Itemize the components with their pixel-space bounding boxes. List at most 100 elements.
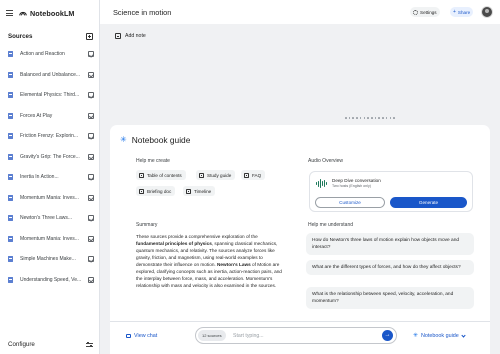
chip-label: FAQ xyxy=(252,172,262,178)
generate-button[interactable]: Generate xyxy=(390,197,467,208)
source-item[interactable]: Understanding Speed, Ve... xyxy=(0,270,100,291)
document-icon xyxy=(8,276,13,283)
source-item[interactable]: Inertia In Action... xyxy=(0,167,100,188)
source-checkbox[interactable] xyxy=(88,71,94,78)
source-label: Elemental Physics: Third... xyxy=(20,92,80,99)
source-checkbox[interactable] xyxy=(88,256,94,263)
source-checkbox[interactable] xyxy=(88,215,94,222)
drag-handle[interactable] xyxy=(345,117,395,121)
source-checkbox[interactable] xyxy=(88,51,94,58)
document-icon xyxy=(8,215,13,222)
send-icon[interactable]: → xyxy=(382,330,393,341)
source-checkbox[interactable] xyxy=(88,133,94,140)
summary-highlight: Newton's Laws xyxy=(217,262,251,267)
source-label: Balanced and Unbalance... xyxy=(20,71,81,78)
source-label: Inertia In Action... xyxy=(20,174,59,181)
source-checkbox[interactable] xyxy=(88,153,94,160)
source-item[interactable]: Action and Reaction xyxy=(0,44,100,65)
configure-row[interactable]: Configure xyxy=(8,341,93,348)
source-item[interactable]: Forces At Play xyxy=(0,106,100,127)
source-item[interactable]: Gravity's Grip: The Force... xyxy=(0,147,100,168)
source-checkbox[interactable] xyxy=(88,194,94,201)
avatar[interactable] xyxy=(481,6,493,18)
source-item[interactable]: Simple Machines Make... xyxy=(0,249,100,270)
chip-label: Study guide xyxy=(207,172,232,178)
configure-label: Configure xyxy=(8,341,35,348)
audio-title: Deep Dive conversation xyxy=(332,178,381,183)
briefing-doc-button[interactable]: Briefing doc xyxy=(136,186,176,196)
document-icon xyxy=(8,256,13,263)
source-label: Momentum Mania: Inves... xyxy=(20,235,79,242)
source-item[interactable]: Friction Frenzy: Explorin... xyxy=(0,126,100,147)
source-checkbox[interactable] xyxy=(88,235,94,242)
gear-icon xyxy=(413,9,418,15)
source-label: Simple Machines Make... xyxy=(20,256,76,263)
sources-title: Sources xyxy=(8,33,33,40)
help-understand-label: Help me understand xyxy=(308,222,354,228)
document-icon xyxy=(244,172,249,178)
document-icon xyxy=(8,112,13,119)
source-label: Forces At Play xyxy=(20,112,53,119)
chat-placeholder: Start typing... xyxy=(233,333,264,339)
suggested-question[interactable]: How do Newton's three laws of motion exp… xyxy=(306,233,474,255)
source-checkbox[interactable] xyxy=(88,174,94,181)
chat-bar: View chat 12 sources Start typing... → ✳… xyxy=(110,321,490,354)
source-checkbox[interactable] xyxy=(88,112,94,119)
notebook-title[interactable]: Science in motion xyxy=(113,8,171,17)
sidebar: NotebookLM Sources Action and Reaction B… xyxy=(0,0,100,354)
table-of-contents-button[interactable]: Table of contents xyxy=(136,170,186,180)
document-icon xyxy=(199,172,204,178)
chat-input[interactable]: 12 sources Start typing... → xyxy=(195,327,397,344)
suggested-question[interactable]: What is the relationship between speed, … xyxy=(306,287,474,309)
settings-button[interactable]: Settings xyxy=(410,7,440,17)
chat-icon xyxy=(126,334,131,338)
source-item[interactable]: Momentum Mania: Inves... xyxy=(0,188,100,209)
menu-icon[interactable] xyxy=(6,10,13,16)
source-item[interactable]: Elemental Physics: Third... xyxy=(0,85,100,106)
view-chat-button[interactable]: View chat xyxy=(126,333,157,339)
source-label: Gravity's Grip: The Force... xyxy=(20,153,80,160)
sparkle-icon: ✳ xyxy=(120,135,127,144)
source-item[interactable]: Momentum Mania: Inves... xyxy=(0,229,100,250)
add-note-button[interactable]: Add note xyxy=(115,33,146,39)
document-icon xyxy=(8,92,13,99)
share-label: Share xyxy=(457,9,471,15)
share-button[interactable]: + Share xyxy=(450,7,474,17)
notebook-guide-toggle[interactable]: ✳ Notebook guide xyxy=(413,332,466,339)
notebook-guide-panel: ✳ Notebook guide Help me create Table of… xyxy=(110,125,490,344)
source-list: Action and Reaction Balanced and Unbalan… xyxy=(0,44,100,290)
suggested-question[interactable]: What are the different types of forces, … xyxy=(306,260,474,275)
notes-area: Add note ✳ Notebook guide Help me create… xyxy=(100,24,500,354)
source-item[interactable]: Balanced and Unbalance... xyxy=(0,65,100,86)
source-label: Friction Frenzy: Explorin... xyxy=(20,133,79,140)
app-header: NotebookLM xyxy=(6,6,75,20)
add-source-icon[interactable] xyxy=(86,33,93,40)
faq-button[interactable]: FAQ xyxy=(241,170,266,180)
source-label: Understanding Speed, Ve... xyxy=(20,276,82,283)
study-guide-button[interactable]: Study guide xyxy=(196,170,236,180)
customize-button[interactable]: Customize xyxy=(315,197,385,208)
document-icon xyxy=(186,188,191,194)
document-icon xyxy=(8,194,13,201)
document-icon xyxy=(8,235,13,242)
source-label: Momentum Mania: Inves... xyxy=(20,194,79,201)
sources-header: Sources xyxy=(8,33,93,40)
source-item[interactable]: Newton's Three Laws... xyxy=(0,208,100,229)
notebook-guide-label: Notebook guide xyxy=(421,333,459,339)
document-icon xyxy=(8,153,13,160)
source-count-badge[interactable]: 12 sources xyxy=(198,330,226,341)
audio-subtitle: Two hosts (English only) xyxy=(332,184,371,188)
document-icon xyxy=(8,174,13,181)
summary-text: These sources provide a comprehensive ex… xyxy=(136,233,286,289)
chip-label: Briefing doc xyxy=(147,188,172,194)
sliders-icon[interactable] xyxy=(86,341,93,348)
document-icon xyxy=(139,188,144,194)
audio-overview-card: Deep Dive conversation Two hosts (Englis… xyxy=(309,171,473,212)
timeline-button[interactable]: Timeline xyxy=(183,186,216,196)
source-checkbox[interactable] xyxy=(88,276,94,283)
sparkle-icon: ✳ xyxy=(413,333,419,339)
notebooklm-logo-icon xyxy=(19,11,27,16)
source-checkbox[interactable] xyxy=(88,92,94,99)
divider xyxy=(110,321,490,322)
customize-label: Customize xyxy=(339,200,361,205)
